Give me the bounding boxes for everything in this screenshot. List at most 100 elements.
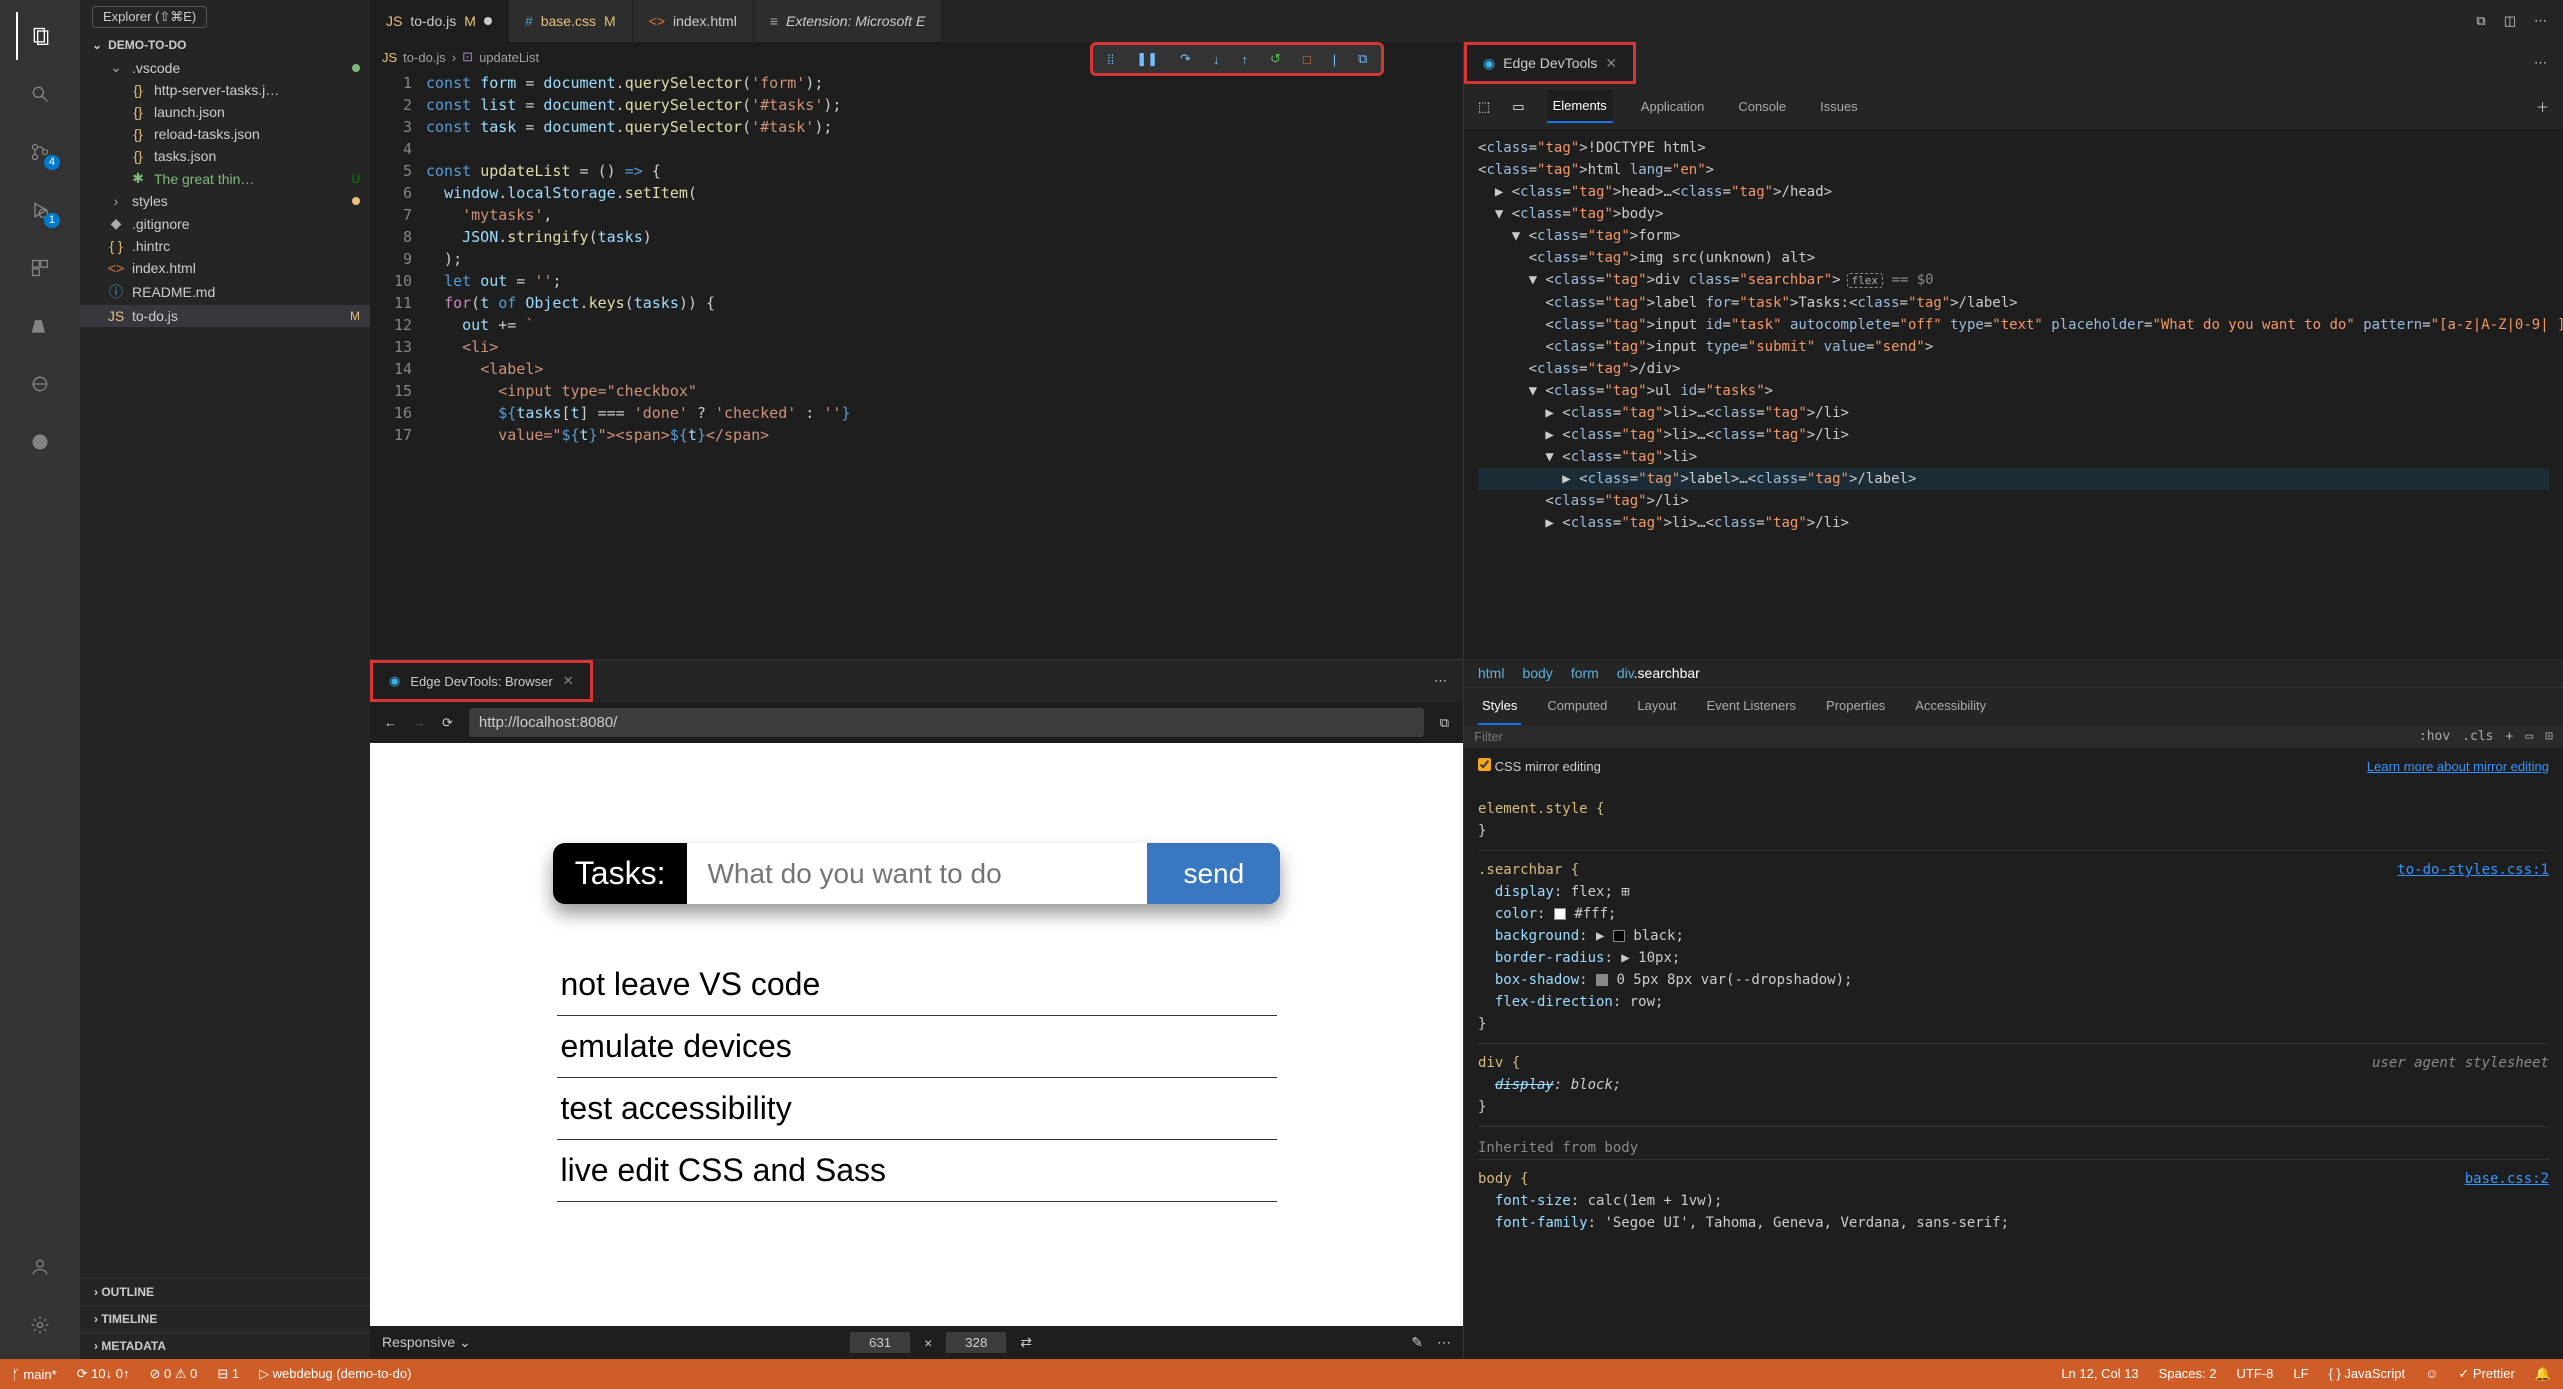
file-item[interactable]: {}tasks.json	[80, 145, 370, 167]
dom-node[interactable]: ▶ <class="tag">li>…<class="tag">/li>	[1478, 512, 2549, 534]
file-item[interactable]: JSto-do.jsM	[80, 305, 370, 327]
select-element-icon[interactable]: ⬚	[1478, 99, 1490, 115]
dom-node[interactable]: <class="tag">label for="task">Tasks:<cla…	[1478, 292, 2549, 314]
file-item[interactable]: ✱The great thin…U	[80, 167, 370, 190]
ab-azure[interactable]	[16, 302, 64, 350]
dom-node[interactable]: ▼ <class="tag">div class="searchbar">fle…	[1478, 269, 2549, 292]
devtools-panel-tab[interactable]: Application	[1635, 91, 1711, 122]
task-item[interactable]: live edit CSS and Sass	[557, 1140, 1277, 1202]
devtools-panel-tab[interactable]: Elements	[1547, 90, 1613, 123]
step-over-icon[interactable]: ↷	[1180, 51, 1191, 67]
styles-subtab[interactable]: Event Listeners	[1702, 688, 1800, 725]
ab-settings[interactable]	[16, 1301, 64, 1349]
devtools-icon[interactable]: ⧉	[1440, 715, 1449, 731]
sidebar-section[interactable]: › METADATA	[80, 1332, 370, 1359]
breadcrumb-item[interactable]: div.searchbar	[1617, 665, 1700, 681]
editor-tab[interactable]: <>index.html	[633, 0, 754, 42]
dom-node[interactable]: ▶ <class="tag">li>…<class="tag">/li>	[1478, 424, 2549, 446]
task-item[interactable]: emulate devices	[557, 1016, 1277, 1078]
notifications-icon[interactable]: 🔔	[2535, 1366, 2551, 1382]
dom-node[interactable]: <class="tag">input id="task" autocomplet…	[1478, 314, 2549, 336]
breadcrumb-item[interactable]: html	[1478, 665, 1504, 681]
url-input[interactable]	[469, 708, 1424, 737]
editor-tab[interactable]: #base.cssM	[509, 0, 633, 42]
responsive-dropdown[interactable]: Responsive ⌄	[382, 1334, 471, 1351]
mirror-learn-link[interactable]: Learn more about mirror editing	[2367, 759, 2549, 774]
sidebar-section[interactable]: › TIMELINE	[80, 1305, 370, 1332]
dom-node[interactable]: ▼ <class="tag">body>	[1478, 203, 2549, 225]
dom-node[interactable]: ▶ <class="tag">head>…<class="tag">/head>	[1478, 181, 2549, 203]
forward-icon[interactable]: →	[413, 715, 426, 730]
ab-debug[interactable]: 1	[16, 186, 64, 234]
prettier-status[interactable]: ✓ Prettier	[2458, 1366, 2514, 1382]
editor-tab[interactable]: ≡Extension: Microsoft E	[754, 0, 942, 42]
dom-node[interactable]: ▼ <class="tag">form>	[1478, 225, 2549, 247]
filter-input[interactable]	[1474, 729, 2407, 744]
cls-chip[interactable]: .cls	[2462, 729, 2493, 744]
branch-status[interactable]: ᚶ main*	[12, 1367, 57, 1382]
dom-breadcrumbs[interactable]: htmlbodyformdiv.searchbar	[1464, 659, 2563, 687]
mirror-checkbox-label[interactable]: CSS mirror editing	[1478, 758, 1601, 774]
styles-subtab[interactable]: Properties	[1822, 688, 1889, 725]
dom-tree[interactable]: <class="tag">!DOCTYPE html><class="tag">…	[1464, 129, 2563, 659]
split-icon[interactable]: ◫	[2504, 13, 2516, 29]
inspect-icon[interactable]: ⧉	[1358, 51, 1367, 67]
more-icon[interactable]: ⋯	[1437, 1334, 1451, 1351]
file-item[interactable]: {}reload-tasks.json	[80, 123, 370, 145]
dom-node[interactable]: ▼ <class="tag">li>	[1478, 446, 2549, 468]
ports-status[interactable]: ⊟ 1	[217, 1366, 239, 1382]
dom-node[interactable]: <class="tag">html lang="en">	[1478, 159, 2549, 181]
task-input[interactable]	[687, 843, 1147, 904]
dom-node[interactable]: ▶ <class="tag">li>…<class="tag">/li>	[1478, 402, 2549, 424]
send-button[interactable]: send	[1147, 843, 1280, 904]
styles-subtab[interactable]: Layout	[1633, 688, 1680, 725]
folder-item[interactable]: ⌄ .vscode	[80, 56, 370, 79]
back-icon[interactable]: ←	[384, 715, 397, 730]
device-toggle-icon[interactable]: ▭	[1512, 99, 1524, 115]
dom-node[interactable]: <class="tag">!DOCTYPE html>	[1478, 137, 2549, 159]
step-into-icon[interactable]: ↓	[1213, 52, 1220, 67]
devtools-panel-tab[interactable]: Console	[1732, 91, 1792, 122]
language-mode[interactable]: { } JavaScript	[2329, 1366, 2406, 1382]
ab-extensions[interactable]	[16, 244, 64, 292]
source-link[interactable]: to-do-styles.css:1	[2397, 859, 2549, 881]
file-item[interactable]: ◆.gitignore	[80, 212, 370, 235]
hov-chip[interactable]: :hov	[2419, 729, 2450, 744]
breadcrumb-item[interactable]: body	[1522, 665, 1552, 681]
encoding[interactable]: UTF-8	[2237, 1366, 2274, 1382]
device-icon[interactable]: ▭	[2525, 729, 2533, 744]
eol[interactable]: LF	[2293, 1366, 2308, 1382]
file-item[interactable]: ⓘREADME.md	[80, 279, 370, 305]
dom-node[interactable]: ▶ <class="tag">label>…<class="tag">/labe…	[1478, 468, 2549, 490]
ab-edge[interactable]	[16, 418, 64, 466]
height-input[interactable]	[946, 1332, 1006, 1353]
drag-handle-icon[interactable]: ⁞⁞	[1107, 52, 1114, 67]
close-icon[interactable]: ✕	[1605, 55, 1617, 72]
editor-tab[interactable]: JSto-do.jsM	[370, 0, 509, 42]
indentation[interactable]: Spaces: 2	[2159, 1366, 2217, 1382]
debug-target[interactable]: ▷ webdebug (demo-to-do)	[259, 1366, 411, 1382]
styles-pane[interactable]: element.style {}to-do-styles.css:1.searc…	[1464, 784, 2563, 1359]
feedback-icon[interactable]: ☺	[2425, 1366, 2438, 1382]
diff-icon[interactable]: ⧉	[2476, 13, 2485, 29]
close-icon[interactable]: ✕	[563, 673, 574, 689]
source-link[interactable]: base.css:2	[2465, 1168, 2549, 1190]
ab-scm[interactable]: 4	[16, 128, 64, 176]
dom-node[interactable]: ▼ <class="tag">ul id="tasks">	[1478, 380, 2549, 402]
dom-node[interactable]: <class="tag">img src(unknown) alt>	[1478, 247, 2549, 269]
more-icon[interactable]: ⋯	[1434, 673, 1447, 688]
edit-icon[interactable]: ✎	[1411, 1334, 1423, 1351]
restart-icon[interactable]: ↺	[1270, 51, 1281, 67]
file-item[interactable]: {}http-server-tasks.j…	[80, 79, 370, 101]
file-item[interactable]: {}launch.json	[80, 101, 370, 123]
cursor-position[interactable]: Ln 12, Col 13	[2061, 1366, 2138, 1382]
devtools-panel-tab[interactable]: Issues	[1814, 91, 1864, 122]
ab-account[interactable]	[16, 1243, 64, 1291]
styles-subtab[interactable]: Styles	[1478, 688, 1521, 725]
file-item[interactable]: { }.hintrc	[80, 235, 370, 257]
ab-search[interactable]	[16, 70, 64, 118]
more-icon[interactable]: ⋯	[2534, 55, 2547, 71]
devtools-tab[interactable]: ◉ Edge DevTools ✕	[1464, 42, 1636, 84]
mirror-checkbox[interactable]	[1478, 758, 1491, 771]
file-item[interactable]: <>index.html	[80, 257, 370, 279]
